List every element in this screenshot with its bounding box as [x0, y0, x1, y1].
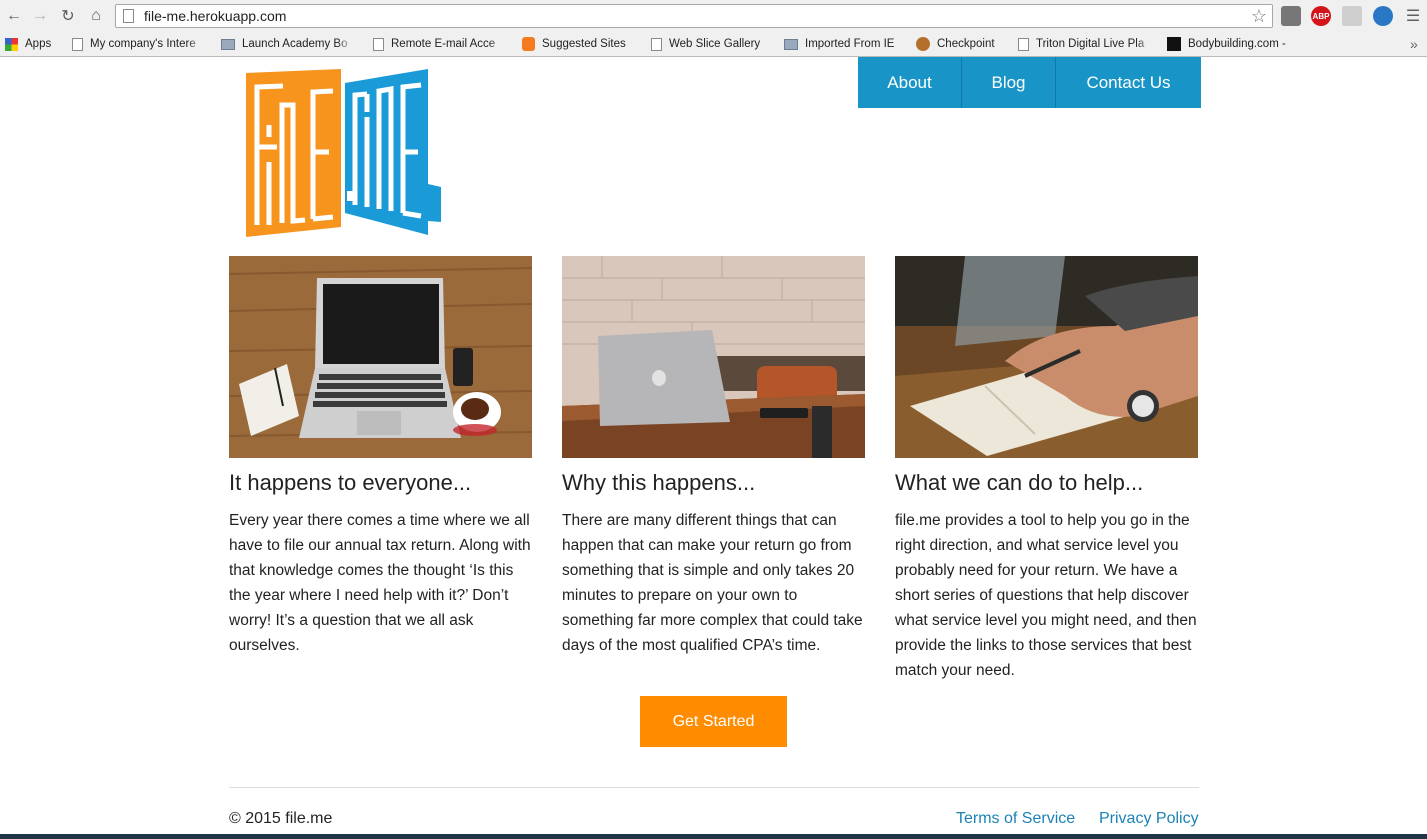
feature-column-2: Why this happens... There are many diffe… [562, 256, 865, 658]
laptop-on-wooden-desk-image [228, 256, 533, 458]
bookmarks-bar: Apps My company's Intere Launch Academy … [0, 33, 1427, 55]
page-icon [72, 37, 83, 51]
page-icon [123, 9, 134, 23]
bookmark-star-icon[interactable]: ☆ [1251, 6, 1267, 27]
browser-chrome: ← → ↻ ⌂ file-me.herokuapp.com ☆ ABP ☰ Ap… [0, 0, 1427, 57]
column-body: There are many different things that can… [562, 512, 863, 654]
bookmark-label: Suggested Sites [542, 38, 626, 50]
bookmark-label: Remote E-mail Acce [391, 38, 496, 50]
bookmark-item[interactable]: My company's Intere [72, 35, 206, 53]
more-bookmarks-icon[interactable]: » [1410, 35, 1424, 53]
bookmark-item[interactable]: Checkpoint [916, 35, 1006, 53]
privacy-policy-link[interactable]: Privacy Policy [1099, 810, 1199, 828]
bookmark-apps[interactable]: Apps [5, 35, 55, 53]
feature-column-3: What we can do to help... file.me provid… [895, 256, 1198, 683]
bodybuilding-icon [1167, 37, 1181, 51]
bookmark-item[interactable]: Bodybuilding.com - [1167, 35, 1307, 53]
hand-writing-in-notebook-image [895, 256, 1198, 458]
bookmark-label: Triton Digital Live Pla [1036, 38, 1145, 50]
extension-grid-icon[interactable] [1342, 6, 1362, 26]
home-icon[interactable]: ⌂ [85, 5, 107, 27]
terms-of-service-link[interactable]: Terms of Service [956, 810, 1075, 828]
lightbulb-icon [522, 37, 535, 51]
bookmark-label: Launch Academy Bo [242, 38, 348, 50]
apps-icon [5, 37, 18, 51]
address-bar[interactable]: file-me.herokuapp.com ☆ [115, 4, 1273, 28]
adblock-icon[interactable]: ABP [1311, 6, 1331, 26]
column-title: Why this happens... [562, 470, 756, 495]
bookmark-item[interactable]: Remote E-mail Acce [373, 35, 507, 53]
shield-extension-icon[interactable] [1373, 6, 1393, 26]
browser-toolbar: ← → ↻ ⌂ file-me.herokuapp.com ☆ ABP ☰ [0, 0, 1427, 32]
menu-icon[interactable]: ☰ [1402, 5, 1424, 27]
bookmark-label: Imported From IE [805, 38, 895, 50]
column-body: Every year there comes a time where we a… [229, 512, 531, 654]
bookmark-item[interactable]: Suggested Sites [522, 35, 637, 53]
checkpoint-icon [916, 37, 930, 51]
page-icon [651, 37, 662, 51]
nav-blog-link[interactable]: Blog [962, 57, 1056, 108]
bookmark-label: Checkpoint [937, 38, 995, 50]
get-started-button[interactable]: Get Started [640, 696, 787, 747]
bookmark-folder[interactable]: Imported From IE [784, 35, 904, 53]
nav-contact-us-link[interactable]: Contact Us [1056, 57, 1201, 108]
bookmark-label: My company's Intere [90, 38, 196, 50]
column-title: What we can do to help... [895, 470, 1144, 495]
nav-about-link[interactable]: About [858, 57, 962, 108]
footer-divider [229, 787, 1199, 788]
feature-column-1: It happens to everyone... Every year the… [228, 256, 533, 658]
forward-arrow-icon[interactable]: → [29, 5, 51, 27]
column-title: It happens to everyone... [229, 470, 472, 495]
bookmark-item[interactable]: Web Slice Gallery [651, 35, 771, 53]
desktop-background-strip [0, 834, 1427, 839]
bookmark-item[interactable]: Triton Digital Live Pla [1018, 35, 1154, 53]
page-icon [1018, 37, 1029, 51]
page-icon [373, 37, 384, 51]
bookmark-folder[interactable]: Launch Academy Bo [221, 35, 355, 53]
folder-icon [221, 38, 235, 50]
folder-icon [784, 38, 798, 50]
column-body: file.me provides a tool to help you go i… [895, 512, 1197, 679]
reload-icon[interactable]: ↻ [57, 5, 79, 27]
bookmark-label: Bodybuilding.com - [1188, 38, 1286, 50]
laptop-on-cafe-table-image [562, 256, 865, 458]
copyright-text: © 2015 file.me [229, 810, 333, 827]
extension-icon[interactable] [1281, 6, 1301, 26]
bookmark-label: Apps [25, 38, 52, 50]
url-text[interactable]: file-me.herokuapp.com [144, 8, 286, 24]
back-arrow-icon[interactable]: ← [3, 5, 25, 27]
bookmark-label: Web Slice Gallery [669, 38, 761, 50]
file-me-logo[interactable] [243, 67, 443, 239]
main-nav: About Blog Contact Us [858, 57, 1201, 108]
